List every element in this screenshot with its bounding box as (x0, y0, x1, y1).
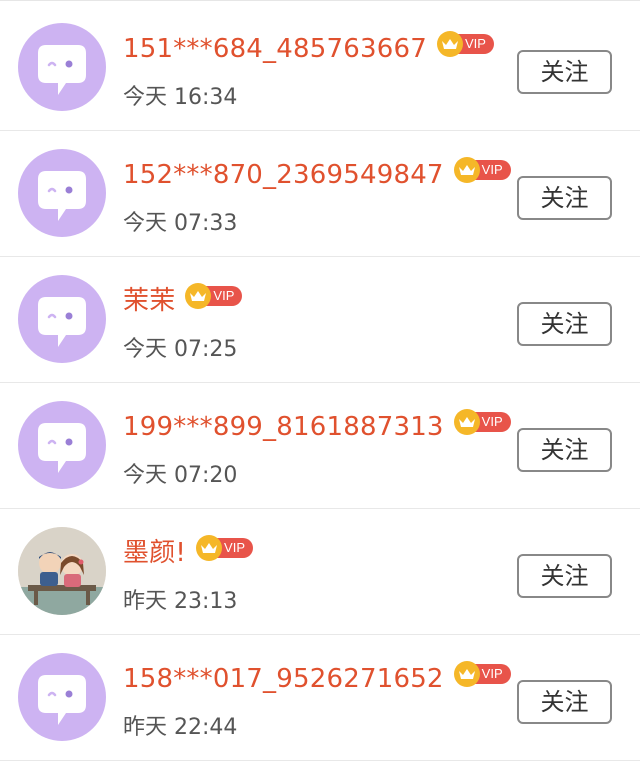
vip-badge: VIP (453, 157, 511, 183)
timestamp: 今天 07:33 (123, 211, 238, 236)
follow-button[interactable]: 关注 (517, 428, 612, 472)
follow-button[interactable]: 关注 (517, 554, 612, 598)
vip-badge: VIP (196, 535, 253, 561)
crown-icon (453, 409, 480, 435)
couple-photo-icon (18, 527, 106, 615)
chat-bubble-icon (38, 423, 86, 473)
follow-button[interactable]: 关注 (517, 680, 612, 724)
avatar[interactable] (18, 527, 106, 615)
timestamp: 昨天 22:44 (123, 715, 238, 740)
follow-button[interactable]: 关注 (517, 302, 612, 346)
chat-bubble-icon (38, 171, 86, 221)
timestamp: 昨天 23:13 (123, 589, 238, 614)
list-item[interactable]: 墨颜! VIP 昨天 23:13 关注 (0, 509, 640, 635)
chat-bubble-icon (38, 297, 86, 347)
follow-list: 151***684_485763667 VIP 今天 16:34 关注 152*… (0, 0, 640, 761)
avatar[interactable] (18, 401, 106, 489)
user-name-row: 158***017_9526271652 VIP (123, 661, 511, 697)
vip-badge: VIP (185, 283, 243, 309)
follow-button[interactable]: 关注 (517, 50, 612, 94)
timestamp: 今天 07:25 (123, 337, 238, 362)
chat-bubble-icon (38, 675, 86, 725)
crown-icon (453, 661, 480, 687)
list-item[interactable]: 158***017_9526271652 VIP 昨天 22:44 关注 (0, 635, 640, 761)
user-name-row: 151***684_485763667 VIP (123, 31, 494, 67)
user-name[interactable]: 152***870_2369549847 (123, 157, 444, 193)
user-name[interactable]: 199***899_8161887313 (123, 409, 444, 445)
list-item[interactable]: 151***684_485763667 VIP 今天 16:34 关注 (0, 5, 640, 131)
list-item[interactable]: 199***899_8161887313 VIP 今天 07:20 关注 (0, 383, 640, 509)
user-name[interactable]: 茉茉 (123, 283, 175, 319)
timestamp: 今天 07:20 (123, 463, 238, 488)
avatar[interactable] (18, 149, 106, 237)
user-name-row: 茉茉 VIP (123, 283, 243, 319)
follow-button[interactable]: 关注 (517, 176, 612, 220)
avatar[interactable] (18, 653, 106, 741)
avatar[interactable] (18, 275, 106, 363)
user-name[interactable]: 158***017_9526271652 (123, 661, 444, 697)
user-name-row: 152***870_2369549847 VIP (123, 157, 511, 193)
user-name[interactable]: 墨颜! (123, 535, 186, 571)
user-name-row: 199***899_8161887313 VIP (123, 409, 511, 445)
crown-icon (436, 31, 463, 57)
list-item[interactable]: 152***870_2369549847 VIP 今天 07:33 关注 (0, 131, 640, 257)
chat-bubble-icon (38, 45, 86, 95)
vip-badge: VIP (453, 661, 511, 687)
crown-icon (453, 157, 480, 183)
vip-badge: VIP (436, 31, 494, 57)
crown-icon (196, 535, 223, 561)
user-name-row: 墨颜! VIP (123, 535, 253, 571)
list-item[interactable]: 茉茉 VIP 今天 07:25 关注 (0, 257, 640, 383)
avatar[interactable] (18, 23, 106, 111)
user-name[interactable]: 151***684_485763667 (123, 31, 427, 67)
vip-badge: VIP (453, 409, 511, 435)
timestamp: 今天 16:34 (123, 85, 238, 110)
